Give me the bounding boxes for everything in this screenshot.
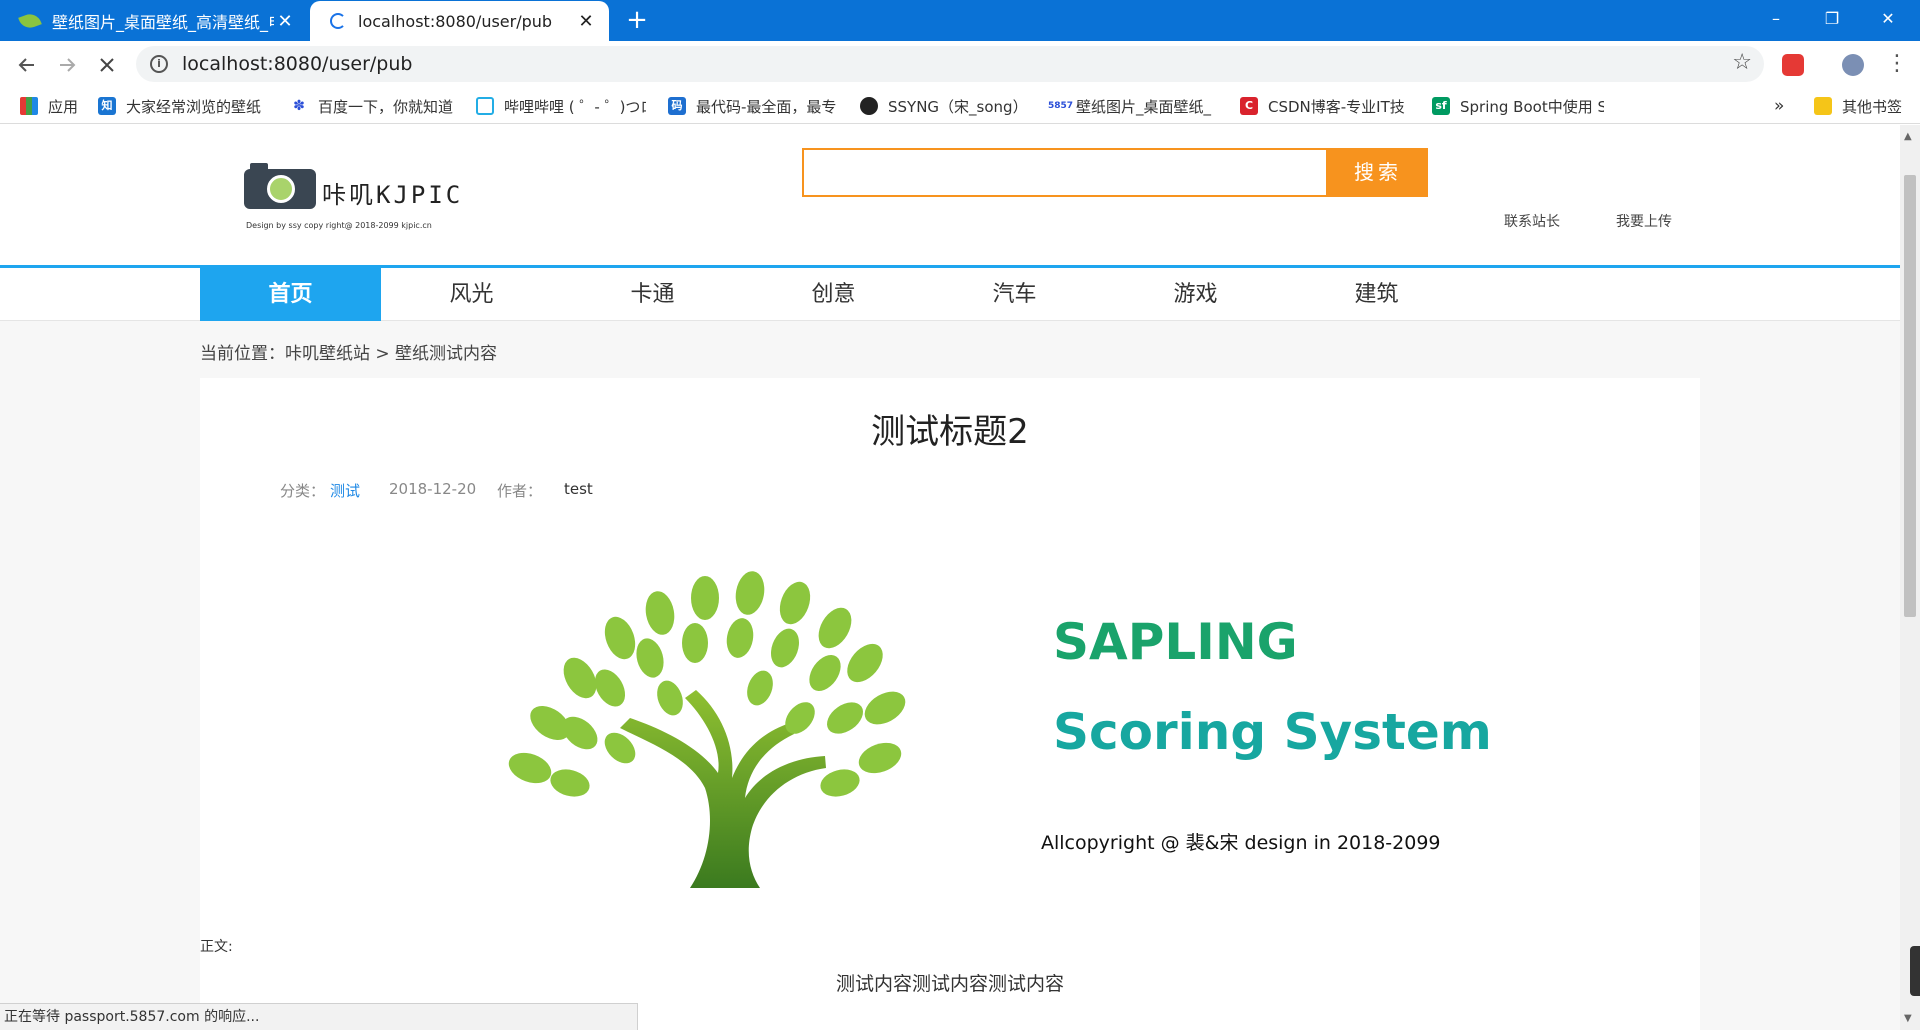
body-label: 正文: — [200, 939, 233, 955]
browser-toolbar: i localhost:8080/user/pub ☆ ⋮ — [0, 41, 1920, 88]
close-icon[interactable]: ✕ — [575, 11, 597, 32]
browser-tab[interactable]: 壁纸图片_桌面壁纸_高清壁纸_电 ✕ — [0, 1, 308, 41]
tree-icon — [508, 571, 906, 888]
nav-item-architecture[interactable]: 建筑 — [1286, 268, 1467, 321]
publish-date: 2018-12-20 — [389, 480, 477, 498]
article-card: 测试标题2 分类： 测试 2018-12-20 作者： test SAPLING… — [200, 378, 1700, 1030]
maximize-button[interactable]: ❐ — [1804, 0, 1860, 41]
close-icon — [100, 58, 114, 72]
leaf-icon — [18, 11, 42, 31]
browser-tab-active[interactable]: localhost:8080/user/pub ✕ — [310, 1, 609, 41]
zuidaima-icon: 码 — [668, 97, 686, 115]
loading-icon — [330, 13, 346, 29]
5857-icon: 5857 — [1048, 97, 1073, 115]
minimize-button[interactable]: – — [1748, 0, 1804, 41]
scroll-up-icon[interactable]: ▲ — [1904, 131, 1912, 142]
apps-grid-icon — [20, 97, 38, 115]
image-copyright: Allcopyright @ 裴&宋 design in 2018-2099 — [1041, 832, 1441, 854]
info-icon[interactable]: i — [150, 55, 168, 73]
bookmark-item[interactable]: 应用 — [20, 96, 80, 116]
menu-dots-icon[interactable]: ⋮ — [1886, 51, 1908, 76]
site-header: 咔叽KJPIC Design by ssy copy right@ 2018-2… — [0, 125, 1900, 265]
nav-item-car[interactable]: 汽车 — [924, 268, 1105, 321]
category-label: 分类： — [280, 482, 326, 500]
bookmark-label: SSYNG（宋_song） — [888, 97, 1028, 116]
nav-item-cartoon[interactable]: 卡通 — [562, 268, 743, 321]
breadcrumb: 当前位置：咔叽壁纸站 > 壁纸测试内容 — [200, 344, 498, 364]
bookmark-item[interactable]: sf Spring Boot中使用 S — [1432, 96, 1604, 116]
other-bookmarks[interactable]: 其他书签 — [1814, 96, 1914, 116]
nav-item-creative[interactable]: 创意 — [743, 268, 924, 321]
article-image: SAPLING Scoring System Allcopyright @ 裴&… — [460, 558, 1492, 888]
contact-link[interactable]: 联系站长 — [1504, 211, 1560, 231]
search-button[interactable]: 搜索 — [1328, 148, 1428, 197]
status-bar: 正在等待 passport.5857.com 的响应... — [0, 1003, 638, 1030]
bookmark-item[interactable]: C CSDN博客-专业IT技 — [1240, 96, 1410, 116]
bookmark-item[interactable]: ✽ 百度一下，你就知道 — [290, 96, 456, 116]
bookmark-label: CSDN博客-专业IT技 — [1268, 97, 1405, 116]
bookmarks-bar: 应用 知 大家经常浏览的壁纸 ✽ 百度一下，你就知道 哔哩哔哩 ( ゜- ゜)つ… — [0, 88, 1920, 124]
address-bar[interactable]: i localhost:8080/user/pub ☆ — [136, 46, 1764, 82]
tab-title: 壁纸图片_桌面壁纸_高清壁纸_电 — [52, 13, 274, 32]
camera-icon — [244, 163, 316, 209]
arrow-left-icon — [18, 58, 34, 72]
segmentfault-icon: sf — [1432, 97, 1450, 115]
image-title: SAPLING — [1053, 613, 1298, 671]
scroll-down-icon[interactable]: ▼ — [1904, 1013, 1912, 1024]
bilibili-icon — [476, 97, 494, 115]
bookmarks-overflow-button[interactable]: » — [1774, 96, 1790, 116]
browser-tab-bar: 壁纸图片_桌面壁纸_高清壁纸_电 ✕ localhost:8080/user/p… — [0, 0, 1920, 41]
camera-lens — [267, 175, 295, 203]
page-scrollbar[interactable]: ▲ ▼ — [1900, 125, 1920, 1030]
csdn-icon: C — [1240, 97, 1258, 115]
category-link[interactable]: 测试 — [330, 480, 360, 501]
baidu-paw-icon: ✽ — [290, 97, 308, 115]
tab-title: localhost:8080/user/pub — [358, 11, 553, 31]
bookmark-label: 壁纸图片_桌面壁纸_ — [1076, 97, 1212, 116]
author-name: test — [564, 480, 593, 498]
bookmark-label: 百度一下，你就知道 — [318, 97, 454, 116]
new-tab-button[interactable]: + — [622, 5, 652, 35]
side-handle[interactable] — [1910, 946, 1920, 996]
bookmark-label: 大家经常浏览的壁纸 — [126, 97, 262, 116]
bookmark-label: 应用 — [48, 97, 79, 116]
search-input[interactable] — [802, 148, 1328, 197]
brand-name: 咔叽KJPIC — [322, 181, 464, 209]
profile-avatar[interactable] — [1842, 54, 1864, 76]
extension-icon[interactable] — [1782, 54, 1804, 76]
close-window-button[interactable]: ✕ — [1860, 0, 1916, 41]
nav-item-home[interactable]: 首页 — [200, 268, 381, 321]
stop-loading-button[interactable] — [91, 49, 123, 81]
bookmark-item[interactable]: 哔哩哔哩 ( ゜- ゜)つロ — [476, 96, 646, 116]
star-icon[interactable]: ☆ — [1732, 50, 1752, 75]
zhihu-icon: 知 — [98, 97, 116, 115]
bookmark-label: 其他书签 — [1842, 97, 1903, 116]
bookmark-label: 最代码-最全面，最专 — [696, 97, 837, 116]
bookmark-item[interactable]: SSYNG（宋_song） — [860, 96, 1030, 116]
nav-item-game[interactable]: 游戏 — [1105, 268, 1286, 321]
arrow-right-icon — [60, 58, 76, 72]
brand-tagline: Design by ssy copy right@ 2018-2099 kjpi… — [246, 221, 432, 230]
forward-button[interactable] — [51, 49, 83, 81]
bookmark-label: Spring Boot中使用 S — [1460, 97, 1604, 116]
nav-item-scenery[interactable]: 风光 — [381, 268, 562, 321]
bookmark-item[interactable]: 码 最代码-最全面，最专 — [668, 96, 840, 116]
article-body: 测试内容测试内容测试内容 — [835, 973, 1064, 995]
url-text[interactable]: localhost:8080/user/pub — [182, 53, 412, 75]
folder-icon — [1814, 97, 1832, 115]
close-icon[interactable]: ✕ — [274, 11, 296, 32]
back-button[interactable] — [11, 49, 43, 81]
bookmark-item[interactable]: 知 大家经常浏览的壁纸 — [98, 96, 268, 116]
github-icon — [860, 97, 878, 115]
upload-link[interactable]: 我要上传 — [1616, 211, 1672, 231]
bookmark-label: 哔哩哔哩 ( ゜- ゜)つロ — [504, 97, 646, 116]
article-title: 测试标题2 — [871, 412, 1029, 452]
bookmark-item[interactable]: 5857 壁纸图片_桌面壁纸_ — [1048, 96, 1218, 116]
web-page: 咔叽KJPIC Design by ssy copy right@ 2018-2… — [0, 125, 1900, 1030]
image-subtitle: Scoring System — [1053, 703, 1492, 761]
scrollbar-thumb[interactable] — [1904, 175, 1916, 617]
category-nav: 首页 风光 卡通 创意 汽车 游戏 建筑 — [0, 265, 1900, 321]
author-label: 作者： — [497, 482, 543, 500]
